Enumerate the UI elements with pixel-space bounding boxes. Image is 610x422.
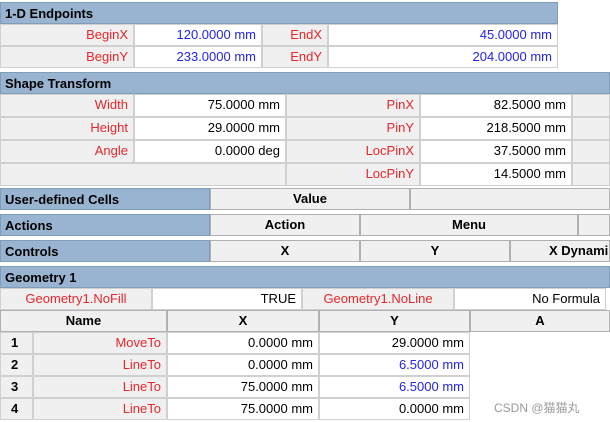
endpoints-section-header[interactable]: 1-D Endpoints [0, 2, 558, 24]
row-y-value[interactable]: 6.5000 mm [319, 376, 470, 398]
begin-x-label: BeginX [0, 24, 134, 46]
row-number: 4 [0, 398, 33, 420]
action-column-header: Action [210, 214, 360, 236]
actions-section-header[interactable]: Actions [0, 214, 210, 236]
row-x-value[interactable]: 0.0000 mm [167, 332, 319, 354]
a-column-header: A [470, 310, 610, 332]
width-value[interactable]: 75.0000 mm [134, 94, 286, 117]
controls-section-header[interactable]: Controls [0, 240, 210, 262]
row-x-value[interactable]: 75.0000 mm [167, 398, 319, 420]
begin-y-value[interactable]: 233.0000 mm [134, 46, 262, 68]
y-column-header: Y [360, 240, 510, 262]
piny-label: PinY [286, 117, 420, 140]
noline-label: Geometry1.NoLine [302, 288, 454, 310]
pinx-value[interactable]: 82.5000 mm [420, 94, 572, 117]
x-column-header: X [210, 240, 360, 262]
row-number: 3 [0, 376, 33, 398]
watermark: CSDN @猫猫丸 [494, 401, 580, 415]
row-filler [572, 94, 610, 117]
end-x-value[interactable]: 45.0000 mm [328, 24, 558, 46]
y-column-header: Y [319, 310, 470, 332]
row-filler [572, 163, 610, 186]
row-y-value[interactable]: 0.0000 mm [319, 398, 470, 420]
piny-value[interactable]: 218.5000 mm [420, 117, 572, 140]
row-y-value[interactable]: 6.5000 mm [319, 354, 470, 376]
row-name: MoveTo [33, 332, 167, 354]
noline-value[interactable]: No Formula [454, 288, 606, 310]
geometry-section-header[interactable]: Geometry 1 [0, 266, 610, 288]
locpinx-label: LocPinX [286, 140, 420, 163]
row-name: LineTo [33, 376, 167, 398]
angle-value[interactable]: 0.0000 deg [134, 140, 286, 163]
x-column-header: X [167, 310, 319, 332]
row-filler [572, 117, 610, 140]
menu-column-header: Menu [360, 214, 578, 236]
value-column-header: Value [210, 188, 410, 210]
row-filler [572, 140, 610, 163]
row-x-value[interactable]: 0.0000 mm [167, 354, 319, 376]
locpinx-value[interactable]: 37.5000 mm [420, 140, 572, 163]
end-x-label: EndX [262, 24, 328, 46]
row-name: LineTo [33, 354, 167, 376]
end-y-label: EndY [262, 46, 328, 68]
empty-column-header [410, 188, 610, 210]
empty-cell [0, 163, 286, 186]
row-number: 2 [0, 354, 33, 376]
pinx-label: PinX [286, 94, 420, 117]
width-label: Width [0, 94, 134, 117]
x-dynamics-column-header: X Dynami [510, 240, 610, 262]
row-x-value[interactable]: 75.0000 mm [167, 376, 319, 398]
user-defined-cells-section-header[interactable]: User-defined Cells [0, 188, 210, 210]
row-name: LineTo [33, 398, 167, 420]
height-label: Height [0, 117, 134, 140]
locpiny-label: LocPinY [286, 163, 420, 186]
row-y-value[interactable]: 29.0000 mm [319, 332, 470, 354]
empty-column-header [578, 214, 610, 236]
locpiny-value[interactable]: 14.5000 mm [420, 163, 572, 186]
begin-x-value[interactable]: 120.0000 mm [134, 24, 262, 46]
begin-y-label: BeginY [0, 46, 134, 68]
nofill-value[interactable]: TRUE [152, 288, 302, 310]
height-value[interactable]: 29.0000 mm [134, 117, 286, 140]
name-column-header: Name [0, 310, 167, 332]
nofill-label: Geometry1.NoFill [0, 288, 152, 310]
end-y-value[interactable]: 204.0000 mm [328, 46, 558, 68]
shape-transform-section-header[interactable]: Shape Transform [0, 72, 610, 94]
row-number: 1 [0, 332, 33, 354]
angle-label: Angle [0, 140, 134, 163]
